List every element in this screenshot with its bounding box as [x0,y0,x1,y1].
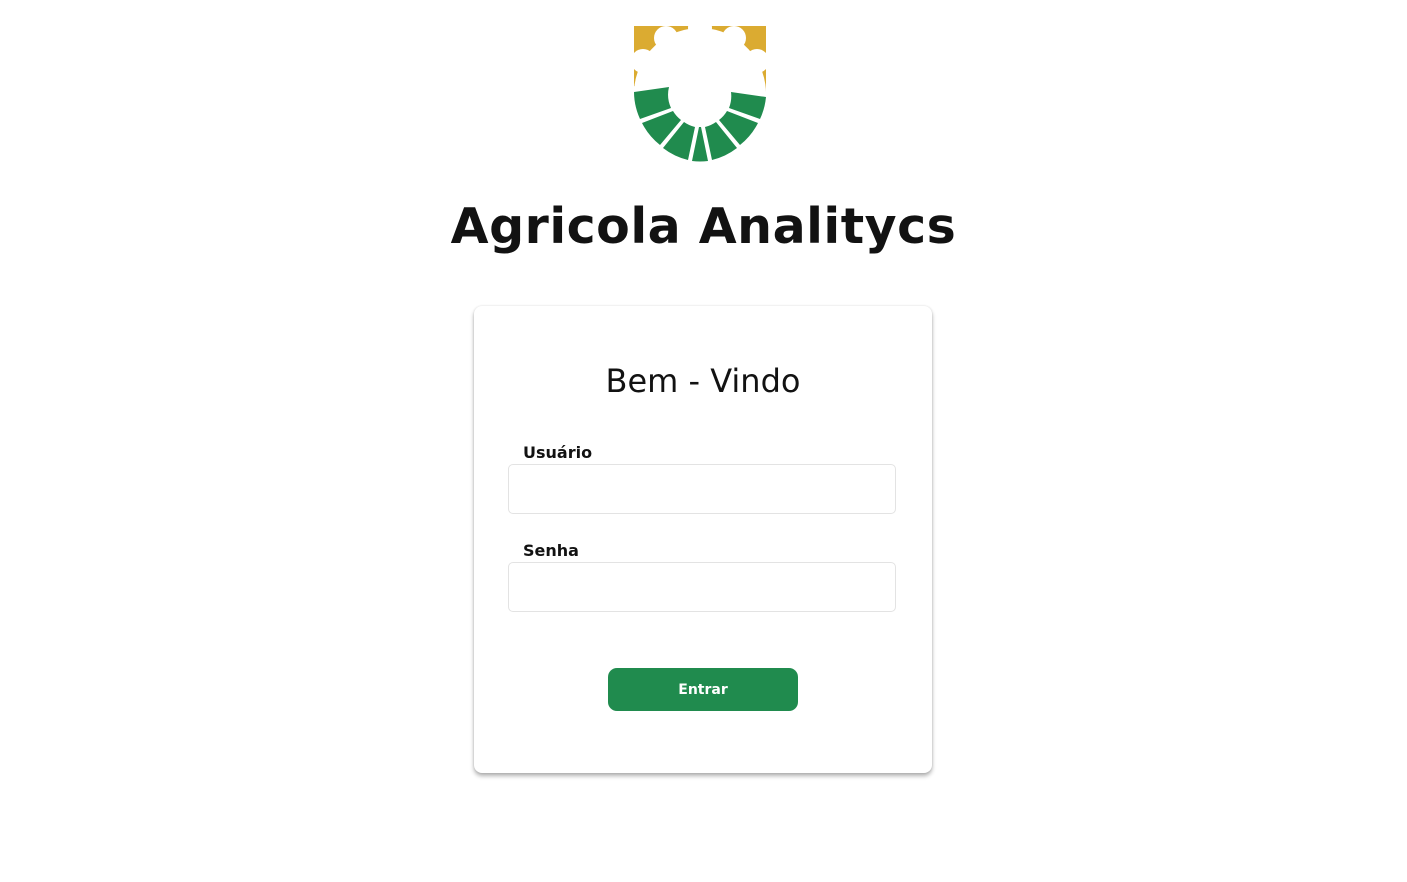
login-button[interactable]: Entrar [608,668,798,711]
password-label: Senha [523,541,579,560]
welcome-heading: Bem - Vindo [605,362,801,400]
login-card: Bem - Vindo Usuário Senha Entrar [474,306,932,773]
username-label: Usuário [523,443,593,462]
app-title: Agricola Analitycs [450,198,957,255]
gear-logo-icon [634,26,767,162]
username-field[interactable] [508,464,896,514]
login-page: Agricola Analitycs Bem - Vindo Usuário S… [0,0,1407,882]
password-field[interactable] [508,562,896,612]
